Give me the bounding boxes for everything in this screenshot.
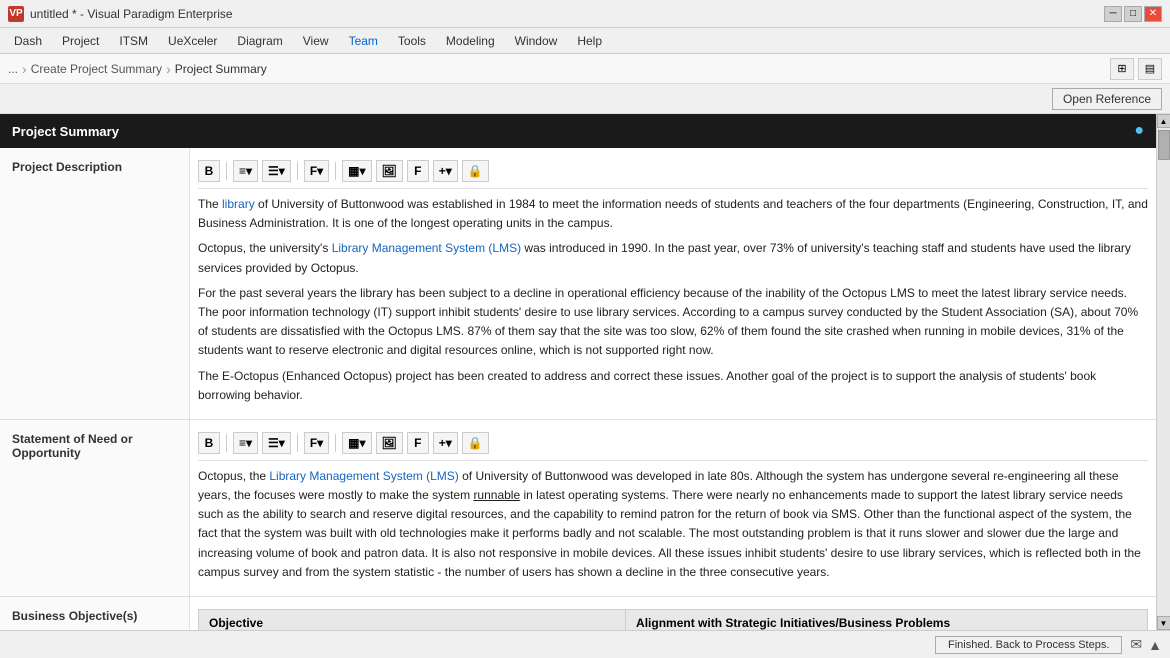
top-actions-bar: Open Reference (0, 84, 1170, 114)
list-button-2[interactable]: ☰▾ (262, 432, 291, 454)
scroll-up-button[interactable]: ▲ (1157, 114, 1170, 128)
lock-button[interactable]: 🔒 (462, 160, 489, 182)
main-wrapper: Project Summary ● Project Description B … (0, 114, 1170, 630)
title-bar: VP untitled * - Visual Paradigm Enterpri… (0, 0, 1170, 28)
menu-view[interactable]: View (293, 31, 339, 51)
bold-button[interactable]: B (198, 160, 220, 182)
table-button-2[interactable]: ▦▾ (342, 432, 371, 454)
scroll-track[interactable]: ▲ ▼ (1156, 114, 1170, 630)
alignment-column-header: Alignment with Strategic Initiatives/Bus… (626, 610, 1148, 631)
bottom-icons: ✉ ▲ (1130, 636, 1162, 653)
menu-diagram[interactable]: Diagram (227, 31, 292, 51)
breadcrumb-sep-2: › (166, 61, 171, 77)
window-title: untitled * - Visual Paradigm Enterprise (30, 7, 233, 21)
scroll-down-button[interactable]: ▼ (1157, 616, 1170, 630)
menu-window[interactable]: Window (505, 31, 568, 51)
format-button[interactable]: F (407, 160, 429, 182)
statement-of-need-text[interactable]: Octopus, the Library Management System (… (198, 467, 1148, 582)
project-description-section: Project Description B ≡▾ ☰▾ F▾ ▦▾ 🖼 F +▾… (0, 148, 1156, 420)
project-summary-title: Project Summary (12, 124, 119, 139)
statement-of-need-label: Statement of Need or Opportunity (0, 420, 190, 596)
menu-itsm[interactable]: ITSM (109, 31, 158, 51)
toolbar-sep-2 (297, 162, 298, 180)
open-reference-button[interactable]: Open Reference (1052, 88, 1162, 110)
menu-help[interactable]: Help (567, 31, 612, 51)
format-button-2[interactable]: F (407, 432, 429, 454)
business-objectives-label: Business Objective(s) (0, 597, 190, 630)
image-button-2[interactable]: 🖼 (376, 432, 403, 454)
breadcrumb-create-project[interactable]: Create Project Summary (31, 62, 162, 76)
project-summary-header: Project Summary ● (0, 114, 1156, 148)
menu-uexceler[interactable]: UeXceler (158, 31, 227, 51)
project-description-text[interactable]: The library of University of Buttonwood … (198, 195, 1148, 405)
statement-of-need-content: B ≡▾ ☰▾ F▾ ▦▾ 🖼 F +▾ 🔒 Octopus, the Libr… (190, 420, 1156, 596)
insert-button[interactable]: +▾ (433, 160, 458, 182)
menu-dash[interactable]: Dash (4, 31, 52, 51)
breadcrumb-bar: ... › Create Project Summary › Project S… (0, 54, 1170, 84)
menu-tools[interactable]: Tools (388, 31, 436, 51)
breadcrumb-grid-icon[interactable]: ⊞ (1110, 58, 1134, 80)
list-button[interactable]: ☰▾ (262, 160, 291, 182)
mail-icon[interactable]: ✉ (1130, 636, 1142, 653)
font-button[interactable]: F▾ (304, 160, 329, 182)
minimize-button[interactable]: ─ (1104, 6, 1122, 22)
finished-back-button[interactable]: Finished. Back to Process Steps. (935, 636, 1122, 654)
bottom-bar: Finished. Back to Process Steps. ✉ ▲ (0, 630, 1170, 658)
image-button[interactable]: 🖼 (376, 160, 403, 182)
maximize-button[interactable]: □ (1124, 6, 1142, 22)
statement-of-need-section: Statement of Need or Opportunity B ≡▾ ☰▾… (0, 420, 1156, 597)
scroll-thumb[interactable] (1158, 130, 1170, 160)
bold-button-2[interactable]: B (198, 432, 220, 454)
objective-column-header: Objective (199, 610, 626, 631)
align-button-2[interactable]: ≡▾ (233, 432, 258, 454)
up-icon[interactable]: ▲ (1148, 637, 1162, 653)
breadcrumb-project-summary[interactable]: Project Summary (175, 62, 267, 76)
project-description-label: Project Description (0, 148, 190, 419)
toolbar2-sep-2 (297, 434, 298, 452)
close-button[interactable]: ✕ (1144, 6, 1162, 22)
align-button[interactable]: ≡▾ (233, 160, 258, 182)
business-objectives-section: Business Objective(s) Objective Alignmen… (0, 597, 1156, 630)
app-icon: VP (8, 6, 24, 22)
font-button-2[interactable]: F▾ (304, 432, 329, 454)
project-description-content: B ≡▾ ☰▾ F▾ ▦▾ 🖼 F +▾ 🔒 The library of Un… (190, 148, 1156, 419)
menu-project[interactable]: Project (52, 31, 109, 51)
lock-button-2[interactable]: 🔒 (462, 432, 489, 454)
toolbar-sep-3 (335, 162, 336, 180)
content-area: Project Summary ● Project Description B … (0, 114, 1156, 630)
table-button[interactable]: ▦▾ (342, 160, 371, 182)
breadcrumb-sep-1: › (22, 61, 27, 77)
insert-button-2[interactable]: +▾ (433, 432, 458, 454)
menu-team[interactable]: Team (339, 31, 388, 51)
toolbar-sep-1 (226, 162, 227, 180)
section-header-icon[interactable]: ● (1134, 122, 1144, 140)
menu-bar: Dash Project ITSM UeXceler Diagram View … (0, 28, 1170, 54)
business-objectives-content: Objective Alignment with Strategic Initi… (190, 597, 1156, 630)
objectives-table: Objective Alignment with Strategic Initi… (198, 609, 1148, 630)
project-desc-toolbar: B ≡▾ ☰▾ F▾ ▦▾ 🖼 F +▾ 🔒 (198, 156, 1148, 189)
toolbar2-sep-1 (226, 434, 227, 452)
breadcrumb-panel-icon[interactable]: ▤ (1138, 58, 1162, 80)
statement-toolbar: B ≡▾ ☰▾ F▾ ▦▾ 🖼 F +▾ 🔒 (198, 428, 1148, 461)
window-controls[interactable]: ─ □ ✕ (1104, 6, 1162, 22)
menu-modeling[interactable]: Modeling (436, 31, 505, 51)
toolbar2-sep-3 (335, 434, 336, 452)
breadcrumb-dots[interactable]: ... (8, 62, 18, 76)
